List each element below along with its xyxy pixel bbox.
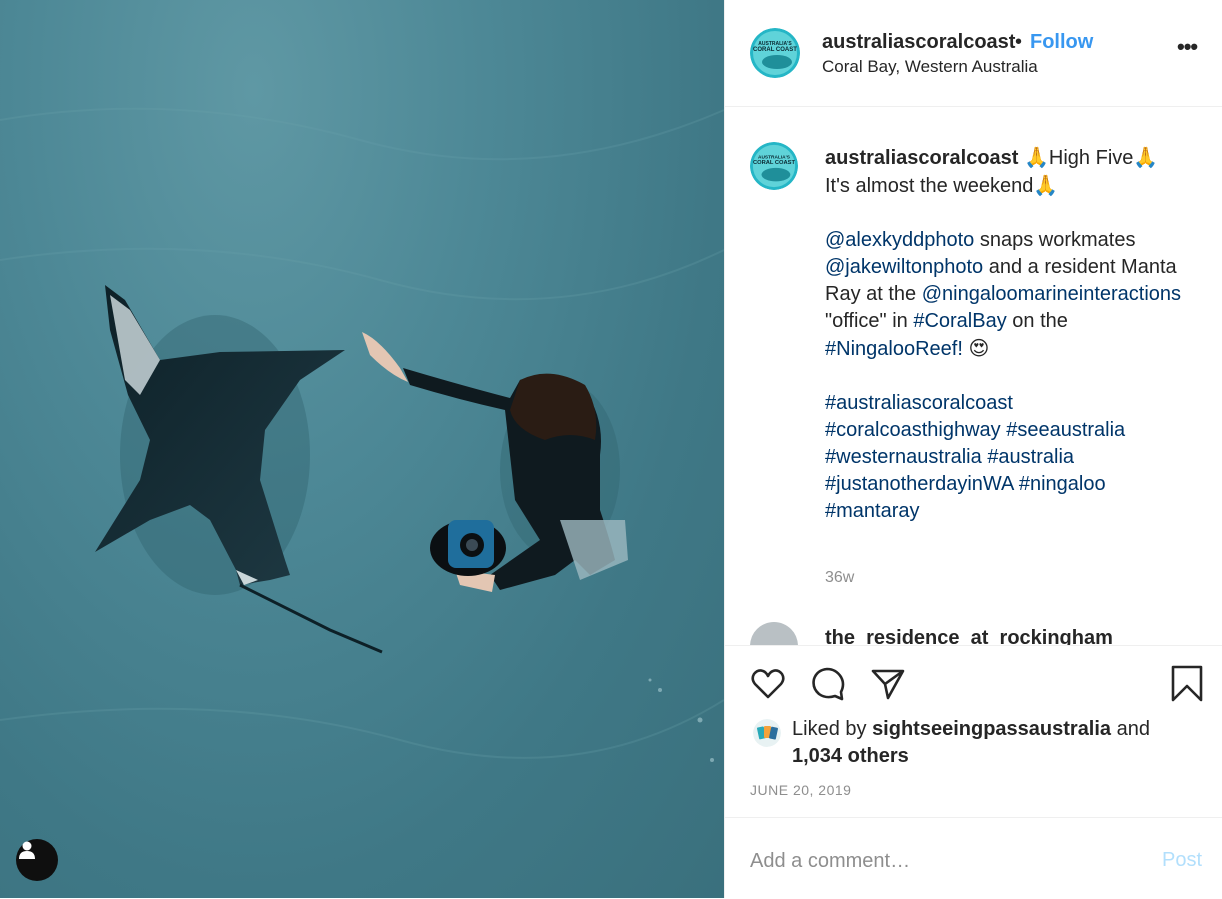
share-button[interactable] [870,666,906,707]
mention-link[interactable]: @alexkyddphoto [825,229,974,251]
comment-composer: Post [725,817,1222,899]
post-header: AUSTRALIA'S CORAL COAST australiascoralc… [725,0,1222,107]
hashtag-link[interactable]: #NingalooReef! [825,338,963,360]
heart-eyes-emoji: 😍 [968,336,990,360]
post-photo[interactable] [0,0,724,898]
hashtag-link[interactable]: #ningaloo [1019,473,1106,495]
caption-avatar-logo: AUSTRALIA'S CORAL COAST [750,142,798,190]
user-tag-icon [19,841,35,859]
caption-time-ago[interactable]: 36w [825,569,854,587]
caption-author-avatar[interactable]: AUSTRALIA'S CORAL COAST [750,142,798,190]
heart-icon [751,669,785,699]
user-tag-button[interactable] [16,839,58,881]
likes-summary: Liked by sightseeingpassaustralia and 1,… [792,716,1192,770]
hashtag-link[interactable]: #australia [987,446,1074,468]
pray-emoji: 🙏 [1024,145,1049,169]
likes-others-link[interactable]: 1,034 others [792,745,909,767]
caption-line2: It's almost the weekend [825,175,1034,197]
post-side-panel: AUSTRALIA'S CORAL COAST australiascoralc… [724,0,1222,898]
more-options-icon[interactable]: ••• [1177,34,1198,60]
liker-avatar-logo [753,719,781,747]
author-avatar[interactable]: AUSTRALIA'S CORAL COAST [750,28,800,78]
hashtag-link[interactable]: #seeaustralia [1006,419,1125,441]
action-bar: Liked by sightseeingpassaustralia and 1,… [725,645,1222,818]
liker-username[interactable]: sightseeingpassaustralia [872,718,1111,740]
caption-line1: High Five [1048,147,1134,169]
hashtag-link[interactable]: #CoralBay [913,310,1006,332]
comment-author[interactable]: the_residence_at_rockingham [825,627,1113,645]
comment-icon [812,667,845,701]
hashtag-link[interactable]: #coralcoasthighway [825,419,1001,441]
like-button[interactable] [750,666,786,707]
share-icon [871,669,905,700]
caption-text: on the [1006,310,1068,332]
mention-link[interactable]: @jakewiltonphoto [825,256,983,278]
hashtag-link[interactable]: #australiascoralcoast [825,392,1013,414]
hashtag-link[interactable]: #mantaray [825,500,920,522]
post-comment-button[interactable]: Post [1162,849,1202,872]
follow-button[interactable]: Follow [1030,31,1093,54]
comment-avatar[interactable] [750,622,798,645]
author-username[interactable]: australiascoralcoast [822,31,1015,54]
comment-button[interactable] [810,666,846,707]
bookmark-icon [1171,665,1203,702]
likes-mid: and [1111,718,1150,740]
caption-text: snaps workmates [974,229,1136,251]
comments-section[interactable]: AUSTRALIA'S CORAL COAST australiascoralc… [725,107,1222,645]
hashtag-link[interactable]: #westernaustralia [825,446,982,468]
photo-illustration [0,107,724,762]
separator-dot: • [1015,31,1023,53]
post-date[interactable]: JUNE 20, 2019 [750,782,851,798]
comment-input[interactable] [750,846,1130,876]
likes-prefix: Liked by [792,718,873,740]
svg-text:CORAL COAST: CORAL COAST [753,160,796,166]
hashtag-link[interactable]: #justanotherdayinWA [825,473,1013,495]
pray-emoji: 🙏 [1033,173,1059,197]
svg-text:CORAL COAST: CORAL COAST [753,47,797,53]
post-caption: australiascoralcoast 🙏High Five🙏 It's al… [825,144,1185,525]
caption-author[interactable]: australiascoralcoast [825,147,1018,169]
mention-link[interactable]: @ningaloomarineinteractions [922,283,1181,305]
camera-housing [430,520,506,576]
pray-emoji: 🙏 [1133,145,1159,169]
liker-avatar[interactable] [753,719,781,747]
caption-text: "office" in [825,310,914,332]
post-location[interactable]: Coral Bay, Western Australia [822,57,1038,77]
save-button[interactable] [1170,665,1204,708]
author-avatar-logo: AUSTRALIA'S CORAL COAST [750,28,800,78]
